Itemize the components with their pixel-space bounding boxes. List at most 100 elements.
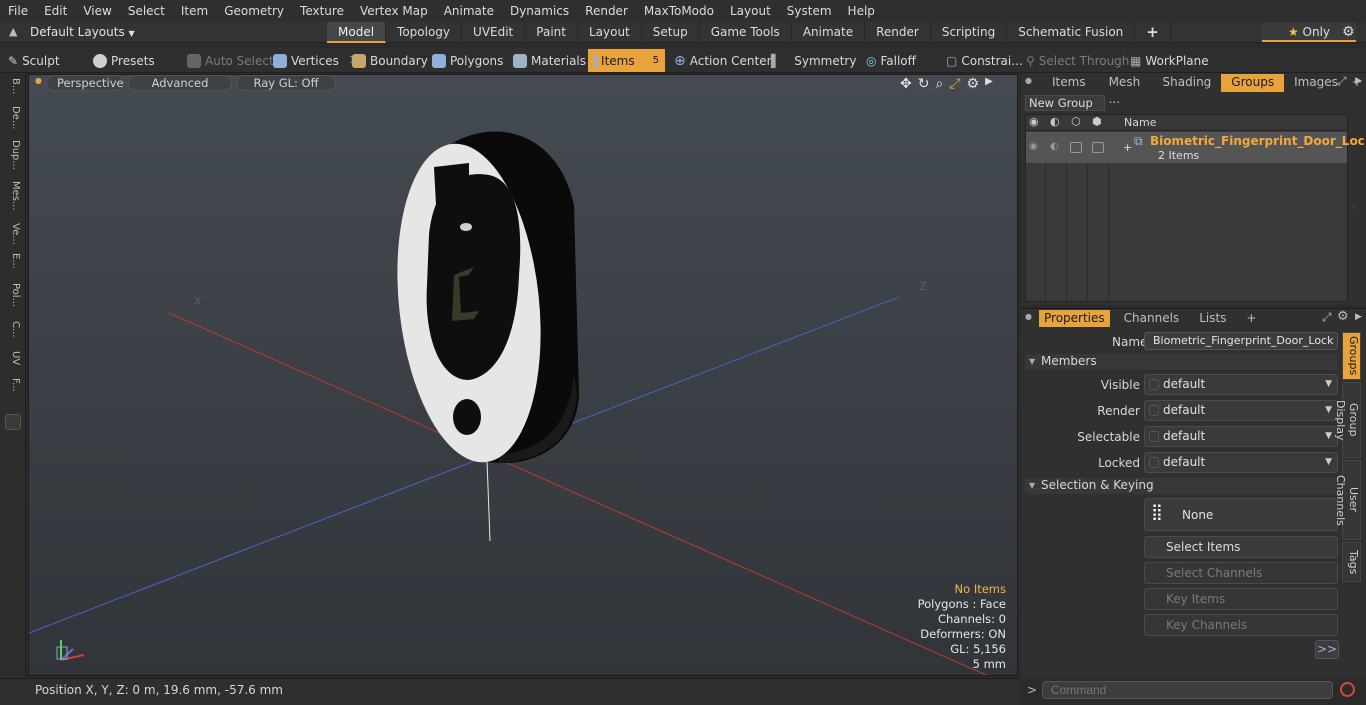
visible-anim-dot[interactable] — [1149, 379, 1159, 390]
key-items-button[interactable]: Key Items — [1144, 588, 1338, 610]
tab-mesh[interactable]: Mesh ... — [1099, 74, 1153, 106]
render-anim-dot[interactable] — [1149, 405, 1159, 416]
tab-lists[interactable]: Lists — [1193, 310, 1232, 327]
menu-texture[interactable]: Texture — [292, 4, 352, 18]
menu-dynamics[interactable]: Dynamics — [502, 4, 577, 18]
menu-animate[interactable]: Animate — [436, 4, 502, 18]
row-lock-checkbox[interactable] — [1092, 142, 1104, 153]
tab-groups[interactable]: Groups — [1221, 74, 1285, 92]
menu-view[interactable]: View — [75, 4, 119, 18]
layout-selector[interactable]: Default Layouts ▼ — [30, 25, 135, 39]
gear-icon[interactable]: ⚙ — [1342, 24, 1355, 40]
tab-layout[interactable]: Layout — [578, 22, 642, 43]
locked-select[interactable]: default ▼ — [1144, 452, 1338, 473]
polygons-button[interactable]: Polygons — [432, 49, 503, 72]
tab-setup[interactable]: Setup — [642, 22, 700, 43]
tab-paint[interactable]: Paint — [525, 22, 578, 43]
menu-file[interactable]: File — [0, 4, 36, 18]
key-channels-button[interactable]: Key Channels — [1144, 614, 1338, 636]
menu-edit[interactable]: Edit — [36, 4, 75, 18]
tab-game-tools[interactable]: Game Tools — [700, 22, 792, 43]
fit-view-icon[interactable]: ⤢ — [949, 76, 960, 92]
tab-topology[interactable]: Topology — [386, 22, 463, 43]
strip-tab-curve[interactable]: C... — [4, 321, 21, 338]
tab-channels[interactable]: Channels — [1118, 310, 1186, 327]
side-tab-groups[interactable]: Groups — [1342, 332, 1361, 380]
strip-tab-duplicate[interactable]: Dup... — [4, 140, 21, 170]
strip-tab-uv[interactable]: UV — [4, 351, 21, 365]
group-name-field[interactable]: Biometric_Fingerprint_Door_Lock (4) — [1144, 332, 1338, 350]
menu-system[interactable]: System — [779, 4, 840, 18]
group-name[interactable]: Biometric_Fingerprint_Door_Loc... — [1150, 134, 1366, 148]
strip-tab-basic[interactable]: B... — [4, 78, 21, 94]
strip-tab-fusion[interactable]: F... — [4, 378, 21, 392]
action-center-button[interactable]: ⊕ Action Center — [674, 49, 772, 72]
strip-tab-polygon[interactable]: Pol... — [4, 283, 21, 307]
select-channels-button[interactable]: Select Channels — [1144, 562, 1338, 584]
add-properties-tab-icon[interactable]: + — [1240, 310, 1262, 327]
expand-icon[interactable]: + — [1123, 141, 1132, 154]
advanced-button[interactable]: Advanced — [128, 75, 232, 91]
tab-animate[interactable]: Animate — [792, 22, 866, 43]
rotate-view-icon[interactable]: ↻ — [918, 76, 930, 92]
3d-viewport[interactable]: X Z — [28, 74, 1018, 676]
tab-schematic-fusion[interactable]: Schematic Fusion — [1007, 22, 1136, 43]
presets-button[interactable]: Presets — [93, 49, 155, 72]
panel-more-icon[interactable]: ▶ — [1355, 76, 1362, 86]
menu-select[interactable]: Select — [120, 4, 173, 18]
move-view-icon[interactable]: ✥ — [900, 76, 912, 92]
selection-keying-section[interactable]: Selection & Keying — [1025, 478, 1337, 494]
viewport-expand-icon[interactable]: ▶ — [985, 76, 993, 92]
locked-anim-dot[interactable] — [1149, 457, 1159, 468]
more-options-button[interactable]: >> — [1315, 640, 1339, 659]
workplane-button[interactable]: ▦ WorkPlane — [1130, 49, 1209, 72]
tab-model[interactable]: Model — [327, 22, 387, 43]
list-scroll-handle[interactable]: ⋮ — [1350, 203, 1358, 212]
row-render-icon[interactable]: ◐ — [1050, 141, 1059, 152]
zoom-view-icon[interactable]: ⌕ — [935, 76, 943, 92]
panel-menu-dot-icon[interactable]: ● — [1025, 76, 1032, 85]
menu-maxtomodo[interactable]: MaxToModo — [636, 4, 722, 18]
selectable-anim-dot[interactable] — [1149, 431, 1159, 442]
menu-layout[interactable]: Layout — [722, 4, 779, 18]
strip-tab-mesh[interactable]: Mes... — [4, 181, 21, 211]
properties-expand-icon[interactable]: ⤢ — [1322, 310, 1332, 325]
properties-menu-dot-icon[interactable]: ● — [1025, 312, 1032, 321]
selectable-icon[interactable]: ⬡ — [1071, 115, 1081, 128]
row-selectable-checkbox[interactable] — [1070, 142, 1082, 153]
tab-render[interactable]: Render — [865, 22, 931, 43]
eye-icon[interactable]: ◉ — [1029, 115, 1039, 128]
select-through-button[interactable]: ⚲ Select Through — [1026, 49, 1129, 72]
constraints-button[interactable]: ▢ Constrai... — [946, 49, 1023, 72]
tab-items[interactable]: Items — [1039, 74, 1099, 92]
menu-help[interactable]: Help — [840, 4, 883, 18]
strip-tab-vertex[interactable]: Ve... — [4, 223, 21, 245]
boundary-button[interactable]: Boundary — [352, 49, 428, 72]
properties-gear-icon[interactable]: ⚙ — [1337, 309, 1349, 324]
items-button[interactable]: Items 5 — [588, 49, 665, 72]
new-group-button[interactable]: New Group — [1025, 95, 1105, 111]
visible-select[interactable]: default ▼ — [1144, 374, 1338, 395]
row-eye-icon[interactable]: ◉ — [1029, 141, 1038, 152]
tab-shading[interactable]: Shading — [1153, 74, 1222, 92]
lock-icon[interactable]: ⬢ — [1092, 115, 1102, 128]
side-tab-group-display[interactable]: Group Display — [1334, 382, 1361, 458]
selection-set-button[interactable]: ⣿ None — [1144, 498, 1338, 531]
viewport-gear-icon[interactable]: ⚙ — [967, 76, 980, 92]
side-tab-tags[interactable]: Tags — [1342, 542, 1361, 582]
menu-item[interactable]: Item — [173, 4, 216, 18]
viewport-menu-dot-icon[interactable]: ● — [35, 76, 42, 85]
selectable-select[interactable]: default ▼ — [1144, 426, 1338, 447]
properties-more-icon[interactable]: ▶ — [1355, 312, 1362, 322]
members-section[interactable]: Members — [1025, 354, 1337, 370]
expand-panel-icon[interactable]: ⤢ — [1337, 74, 1347, 89]
tab-properties[interactable]: Properties — [1039, 310, 1110, 327]
add-tab-icon[interactable]: + — [1135, 22, 1171, 43]
materials-button[interactable]: Materials — [513, 49, 586, 72]
render-icon[interactable]: ◐ — [1050, 115, 1060, 128]
select-items-button[interactable]: Select Items — [1144, 536, 1338, 558]
strip-extra-button[interactable] — [5, 414, 21, 430]
strip-tab-edge[interactable]: E... — [4, 253, 21, 269]
layout-up-icon[interactable]: ▲ — [9, 25, 17, 38]
falloff-button[interactable]: ◎ Falloff — [866, 49, 916, 72]
